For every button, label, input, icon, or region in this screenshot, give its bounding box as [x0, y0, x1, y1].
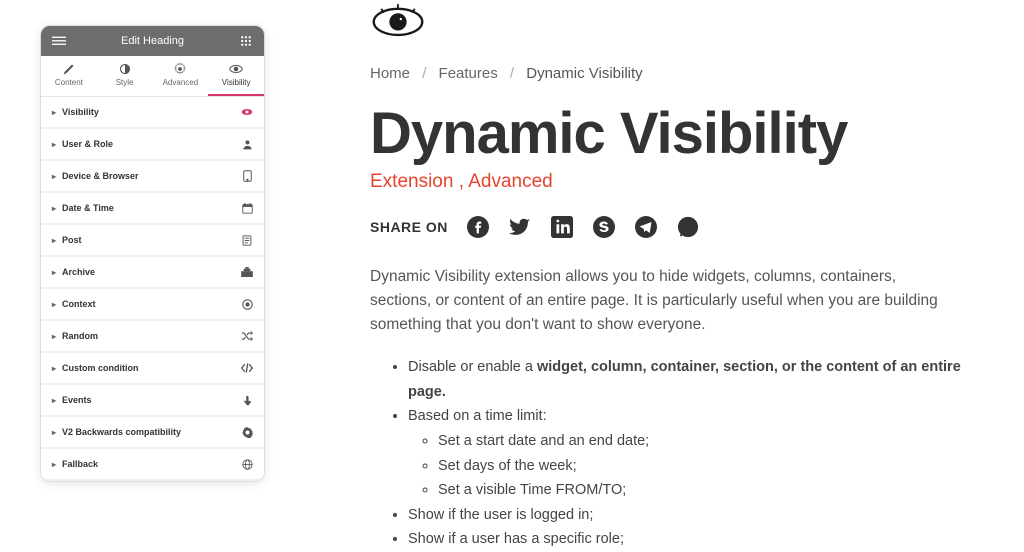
archive-icon	[241, 266, 253, 278]
user-icon	[241, 138, 253, 150]
tab-label: Visibility	[222, 78, 251, 87]
breadcrumb: Home / Features / Dynamic Visibility	[370, 65, 994, 82]
acc-archive[interactable]: ▸ Archive	[41, 257, 264, 289]
chevron-right-icon: ▸	[52, 300, 56, 309]
list-item: Based on a time limit: Set a start date …	[408, 404, 994, 503]
page-subtitle: Extension , Advanced	[370, 171, 994, 193]
acc-context[interactable]: ▸ Context	[41, 289, 264, 321]
breadcrumb-current: Dynamic Visibility	[526, 65, 642, 82]
tab-label: Advanced	[163, 78, 199, 87]
chevron-right-icon: ▸	[52, 428, 56, 437]
tab-style[interactable]: Style	[97, 56, 153, 96]
acc-label: Custom condition	[62, 363, 241, 373]
list-item: Show if the user is logged in;	[408, 503, 994, 528]
chevron-right-icon: ▸	[52, 460, 56, 469]
breadcrumb-home[interactable]: Home	[370, 65, 410, 82]
menu-icon[interactable]	[51, 33, 67, 49]
acc-label: Post	[62, 235, 241, 245]
acc-date-time[interactable]: ▸ Date & Time	[41, 193, 264, 225]
tab-label: Style	[116, 78, 134, 87]
device-icon	[241, 170, 253, 182]
eye-logo	[370, 0, 994, 45]
context-icon	[241, 298, 253, 310]
calendar-icon	[241, 202, 253, 214]
breadcrumb-sep: /	[422, 65, 426, 82]
share-row: SHARE ON	[370, 215, 994, 239]
chevron-right-icon: ▸	[52, 332, 56, 341]
list-item: Set a visible Time FROM/TO;	[438, 478, 994, 503]
accordion: ▸ Visibility ▸ User & Role ▸ Device & Br…	[41, 97, 264, 481]
telegram-icon[interactable]	[634, 215, 658, 239]
share-label: SHARE ON	[370, 219, 448, 235]
description: Dynamic Visibility extension allows you …	[370, 265, 940, 337]
skype-icon[interactable]	[592, 215, 616, 239]
main-content: Home / Features / Dynamic Visibility Dyn…	[290, 0, 1024, 547]
gear-icon	[241, 426, 253, 438]
acc-events[interactable]: ▸ Events	[41, 385, 264, 417]
chevron-right-icon: ▸	[52, 236, 56, 245]
acc-label: Device & Browser	[62, 171, 241, 181]
acc-fallback[interactable]: ▸ Fallback	[41, 449, 264, 481]
tab-visibility[interactable]: Visibility	[208, 56, 264, 96]
acc-label: Visibility	[62, 107, 241, 117]
facebook-icon[interactable]	[466, 215, 490, 239]
acc-label: Random	[62, 331, 241, 341]
chevron-right-icon: ▸	[52, 268, 56, 277]
acc-v2-backwards[interactable]: ▸ V2 Backwards compatibility	[41, 417, 264, 449]
page-title: Dynamic Visibility	[370, 104, 994, 165]
tab-content[interactable]: Content	[41, 56, 97, 96]
chevron-right-icon: ▸	[52, 108, 56, 117]
tab-advanced[interactable]: Advanced	[153, 56, 209, 96]
post-icon	[241, 234, 253, 246]
phone-header: Edit Heading	[41, 26, 264, 56]
acc-label: Archive	[62, 267, 241, 277]
phone-header-title: Edit Heading	[67, 35, 238, 47]
pointer-icon	[241, 394, 253, 406]
eye-icon	[241, 106, 253, 118]
whatsapp-icon[interactable]	[676, 215, 700, 239]
feature-list: Disable or enable a widget, column, cont…	[370, 355, 994, 552]
chevron-right-icon: ▸	[52, 140, 56, 149]
code-icon	[241, 362, 253, 374]
acc-user-role[interactable]: ▸ User & Role	[41, 129, 264, 161]
acc-label: Events	[62, 395, 241, 405]
chevron-right-icon: ▸	[52, 364, 56, 373]
grid-icon[interactable]	[238, 33, 254, 49]
acc-random[interactable]: ▸ Random	[41, 321, 264, 353]
chevron-right-icon: ▸	[52, 396, 56, 405]
chevron-right-icon: ▸	[52, 172, 56, 181]
list-item: Show if a user has a specific role;	[408, 527, 994, 552]
editor-panel: Edit Heading Content Style Advanced	[0, 0, 290, 547]
chevron-right-icon: ▸	[52, 204, 56, 213]
list-item: Disable or enable a widget, column, cont…	[408, 355, 994, 404]
acc-post[interactable]: ▸ Post	[41, 225, 264, 257]
tab-label: Content	[55, 78, 83, 87]
phone-frame: Edit Heading Content Style Advanced	[40, 25, 265, 482]
list-item: Set a start date and an end date;	[438, 429, 994, 454]
panel-tabs: Content Style Advanced Visibility	[41, 56, 264, 97]
breadcrumb-sep: /	[510, 65, 514, 82]
acc-label: Date & Time	[62, 203, 241, 213]
list-item: Set days of the week;	[438, 454, 994, 479]
shuffle-icon	[241, 330, 253, 342]
acc-label: User & Role	[62, 139, 241, 149]
acc-visibility[interactable]: ▸ Visibility	[41, 97, 264, 129]
twitter-icon[interactable]	[508, 215, 532, 239]
acc-label: Context	[62, 299, 241, 309]
acc-custom-condition[interactable]: ▸ Custom condition	[41, 353, 264, 385]
breadcrumb-features[interactable]: Features	[439, 65, 498, 82]
globe-icon	[241, 458, 253, 470]
acc-label: Fallback	[62, 459, 241, 469]
acc-device-browser[interactable]: ▸ Device & Browser	[41, 161, 264, 193]
acc-label: V2 Backwards compatibility	[62, 427, 241, 437]
linkedin-icon[interactable]	[550, 215, 574, 239]
